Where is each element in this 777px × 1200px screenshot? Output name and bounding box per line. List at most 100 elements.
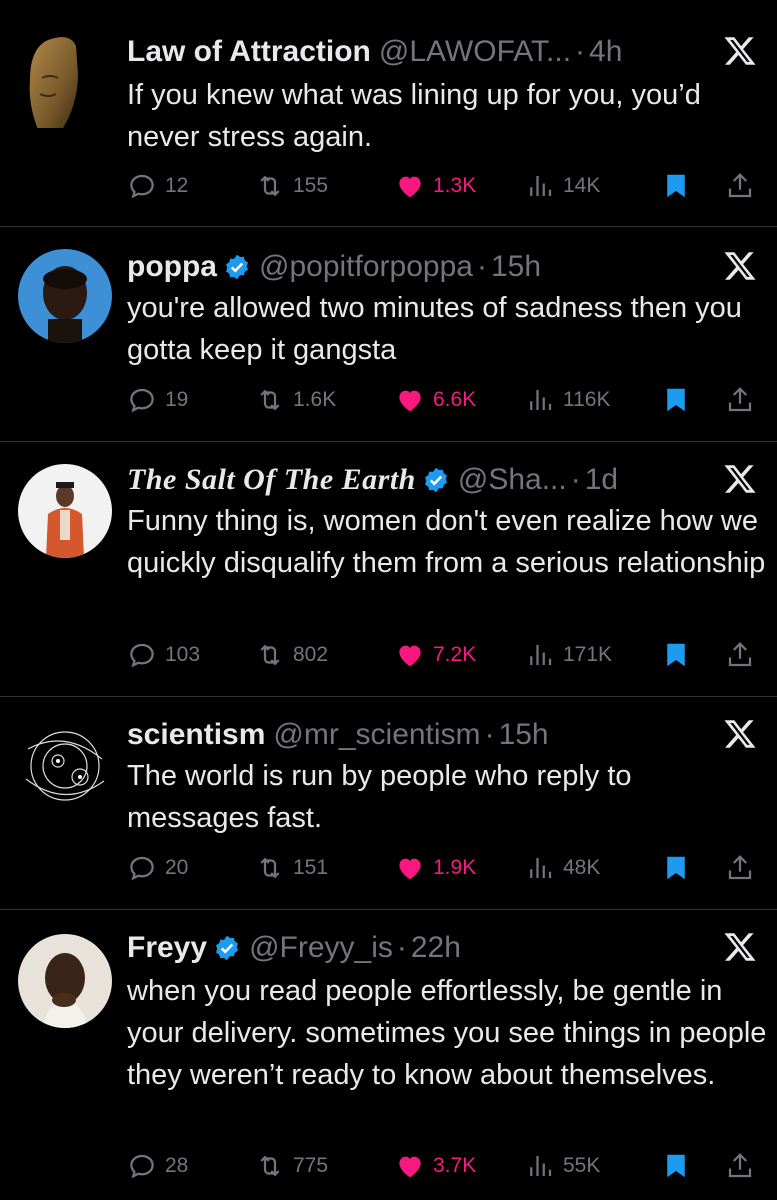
share-icon (728, 173, 752, 198)
repost-count: 802 (293, 643, 329, 666)
handle[interactable]: @mr_scientism (273, 718, 480, 752)
repost-button[interactable]: 775 (255, 1148, 328, 1184)
share-button[interactable] (725, 382, 755, 418)
tweet[interactable]: Law of Attraction @LAWOFAT... · 4h If yo… (0, 0, 777, 226)
like-button[interactable]: 1.3K (395, 168, 476, 204)
repost-icon (260, 175, 280, 197)
display-name[interactable]: Freyy (127, 931, 207, 965)
repost-button[interactable]: 151 (255, 850, 328, 886)
bookmark-button[interactable] (661, 1148, 691, 1184)
repost-button[interactable]: 802 (255, 637, 328, 673)
bookmark-button[interactable] (661, 637, 691, 673)
share-icon (728, 1153, 752, 1178)
repost-button[interactable]: 155 (255, 168, 328, 204)
heart-icon (399, 390, 421, 412)
reply-count: 12 (165, 174, 189, 197)
avatar[interactable] (18, 34, 112, 128)
reply-button[interactable]: 20 (127, 850, 188, 886)
like-count: 3.7K (433, 1154, 477, 1177)
share-button[interactable] (725, 168, 755, 204)
repost-icon (260, 1155, 280, 1177)
reply-count: 103 (165, 643, 201, 666)
views-button[interactable]: 55K (525, 1148, 600, 1184)
tweet[interactable]: Freyy @Freyy_is · 22h when you read peop… (0, 910, 777, 1200)
action-bar: 28 775 3.7K 55K (127, 1148, 757, 1184)
repost-count: 155 (293, 174, 329, 197)
reply-button[interactable]: 103 (127, 637, 200, 673)
reply-button[interactable]: 12 (127, 168, 188, 204)
timestamp[interactable]: 1d (585, 463, 618, 497)
display-name[interactable]: poppa (127, 250, 217, 284)
tweet[interactable]: scientism @mr_scientism · 15h The world … (0, 697, 777, 909)
handle[interactable]: @Sha... (458, 463, 567, 497)
repost-icon (260, 389, 280, 411)
bookmark-button[interactable] (661, 168, 691, 204)
display-name[interactable]: Law of Attraction (127, 35, 371, 69)
repost-icon (260, 644, 280, 666)
like-button[interactable]: 1.9K (395, 850, 476, 886)
views-button[interactable]: 171K (525, 637, 612, 673)
share-button[interactable] (725, 1148, 755, 1184)
verified-badge-icon (424, 467, 447, 493)
like-button[interactable]: 7.2K (395, 637, 476, 673)
avatar[interactable] (18, 464, 112, 558)
timestamp[interactable]: 4h (589, 35, 622, 69)
views-icon (530, 858, 552, 878)
reply-count: 19 (165, 388, 189, 411)
timestamp[interactable]: 15h (491, 250, 541, 284)
reply-icon (130, 388, 154, 413)
views-icon (530, 390, 552, 410)
avatar[interactable] (18, 249, 112, 343)
handle[interactable]: @popitforpoppa (259, 250, 473, 284)
reply-button[interactable]: 28 (127, 1148, 188, 1184)
x-logo-icon (724, 37, 756, 65)
reply-count: 20 (165, 856, 189, 879)
reply-icon (130, 1154, 154, 1179)
tweet-text: If you knew what was lining up for you, … (127, 79, 701, 153)
view-count: 116K (563, 388, 611, 411)
separator-dot: · (570, 463, 581, 496)
separator-dot: · (396, 931, 407, 964)
display-name[interactable]: The Salt Of The Earth (127, 463, 416, 497)
views-icon (530, 1156, 552, 1176)
timestamp[interactable]: 15h (499, 718, 549, 752)
avatar[interactable] (18, 719, 112, 813)
repost-count: 151 (293, 856, 329, 879)
heart-icon (399, 645, 421, 667)
bookmark-button[interactable] (661, 850, 691, 886)
handle[interactable]: @Freyy_is (249, 931, 393, 965)
tweet[interactable]: poppa @popitforpoppa · 15h you're allowe… (0, 227, 777, 441)
tweet[interactable]: The Salt Of The Earth @Sha... · 1d Funny… (0, 442, 777, 696)
reply-count: 28 (165, 1154, 189, 1177)
handle[interactable]: @LAWOFAT... (379, 35, 571, 69)
share-button[interactable] (725, 637, 755, 673)
timestamp[interactable]: 22h (411, 931, 461, 965)
like-count: 7.2K (433, 643, 477, 666)
views-button[interactable]: 116K (525, 382, 611, 418)
bookmark-icon (667, 388, 685, 412)
action-bar: 12 155 1.3K 14K (127, 168, 757, 204)
x-logo-icon (724, 252, 756, 280)
verified-badge-icon (226, 254, 248, 280)
like-count: 6.6K (433, 388, 477, 411)
bookmark-icon (667, 856, 685, 880)
bookmark-icon (667, 174, 685, 198)
action-bar: 103 802 7.2K 171K (127, 637, 757, 673)
avatar[interactable] (18, 934, 112, 1028)
like-button[interactable]: 6.6K (395, 382, 476, 418)
views-button[interactable]: 48K (525, 850, 600, 886)
like-button[interactable]: 3.7K (395, 1148, 476, 1184)
repost-count: 775 (293, 1154, 329, 1177)
repost-button[interactable]: 1.6K (255, 382, 336, 418)
share-button[interactable] (725, 850, 755, 886)
views-button[interactable]: 14K (525, 168, 600, 204)
x-logo-icon (724, 720, 756, 748)
view-count: 171K (563, 643, 613, 666)
bookmark-button[interactable] (661, 382, 691, 418)
display-name[interactable]: scientism (127, 718, 265, 752)
reply-button[interactable]: 19 (127, 382, 188, 418)
share-icon (728, 642, 752, 667)
verified-badge-icon (216, 935, 239, 961)
repost-icon (260, 857, 280, 879)
view-count: 55K (563, 1154, 601, 1177)
